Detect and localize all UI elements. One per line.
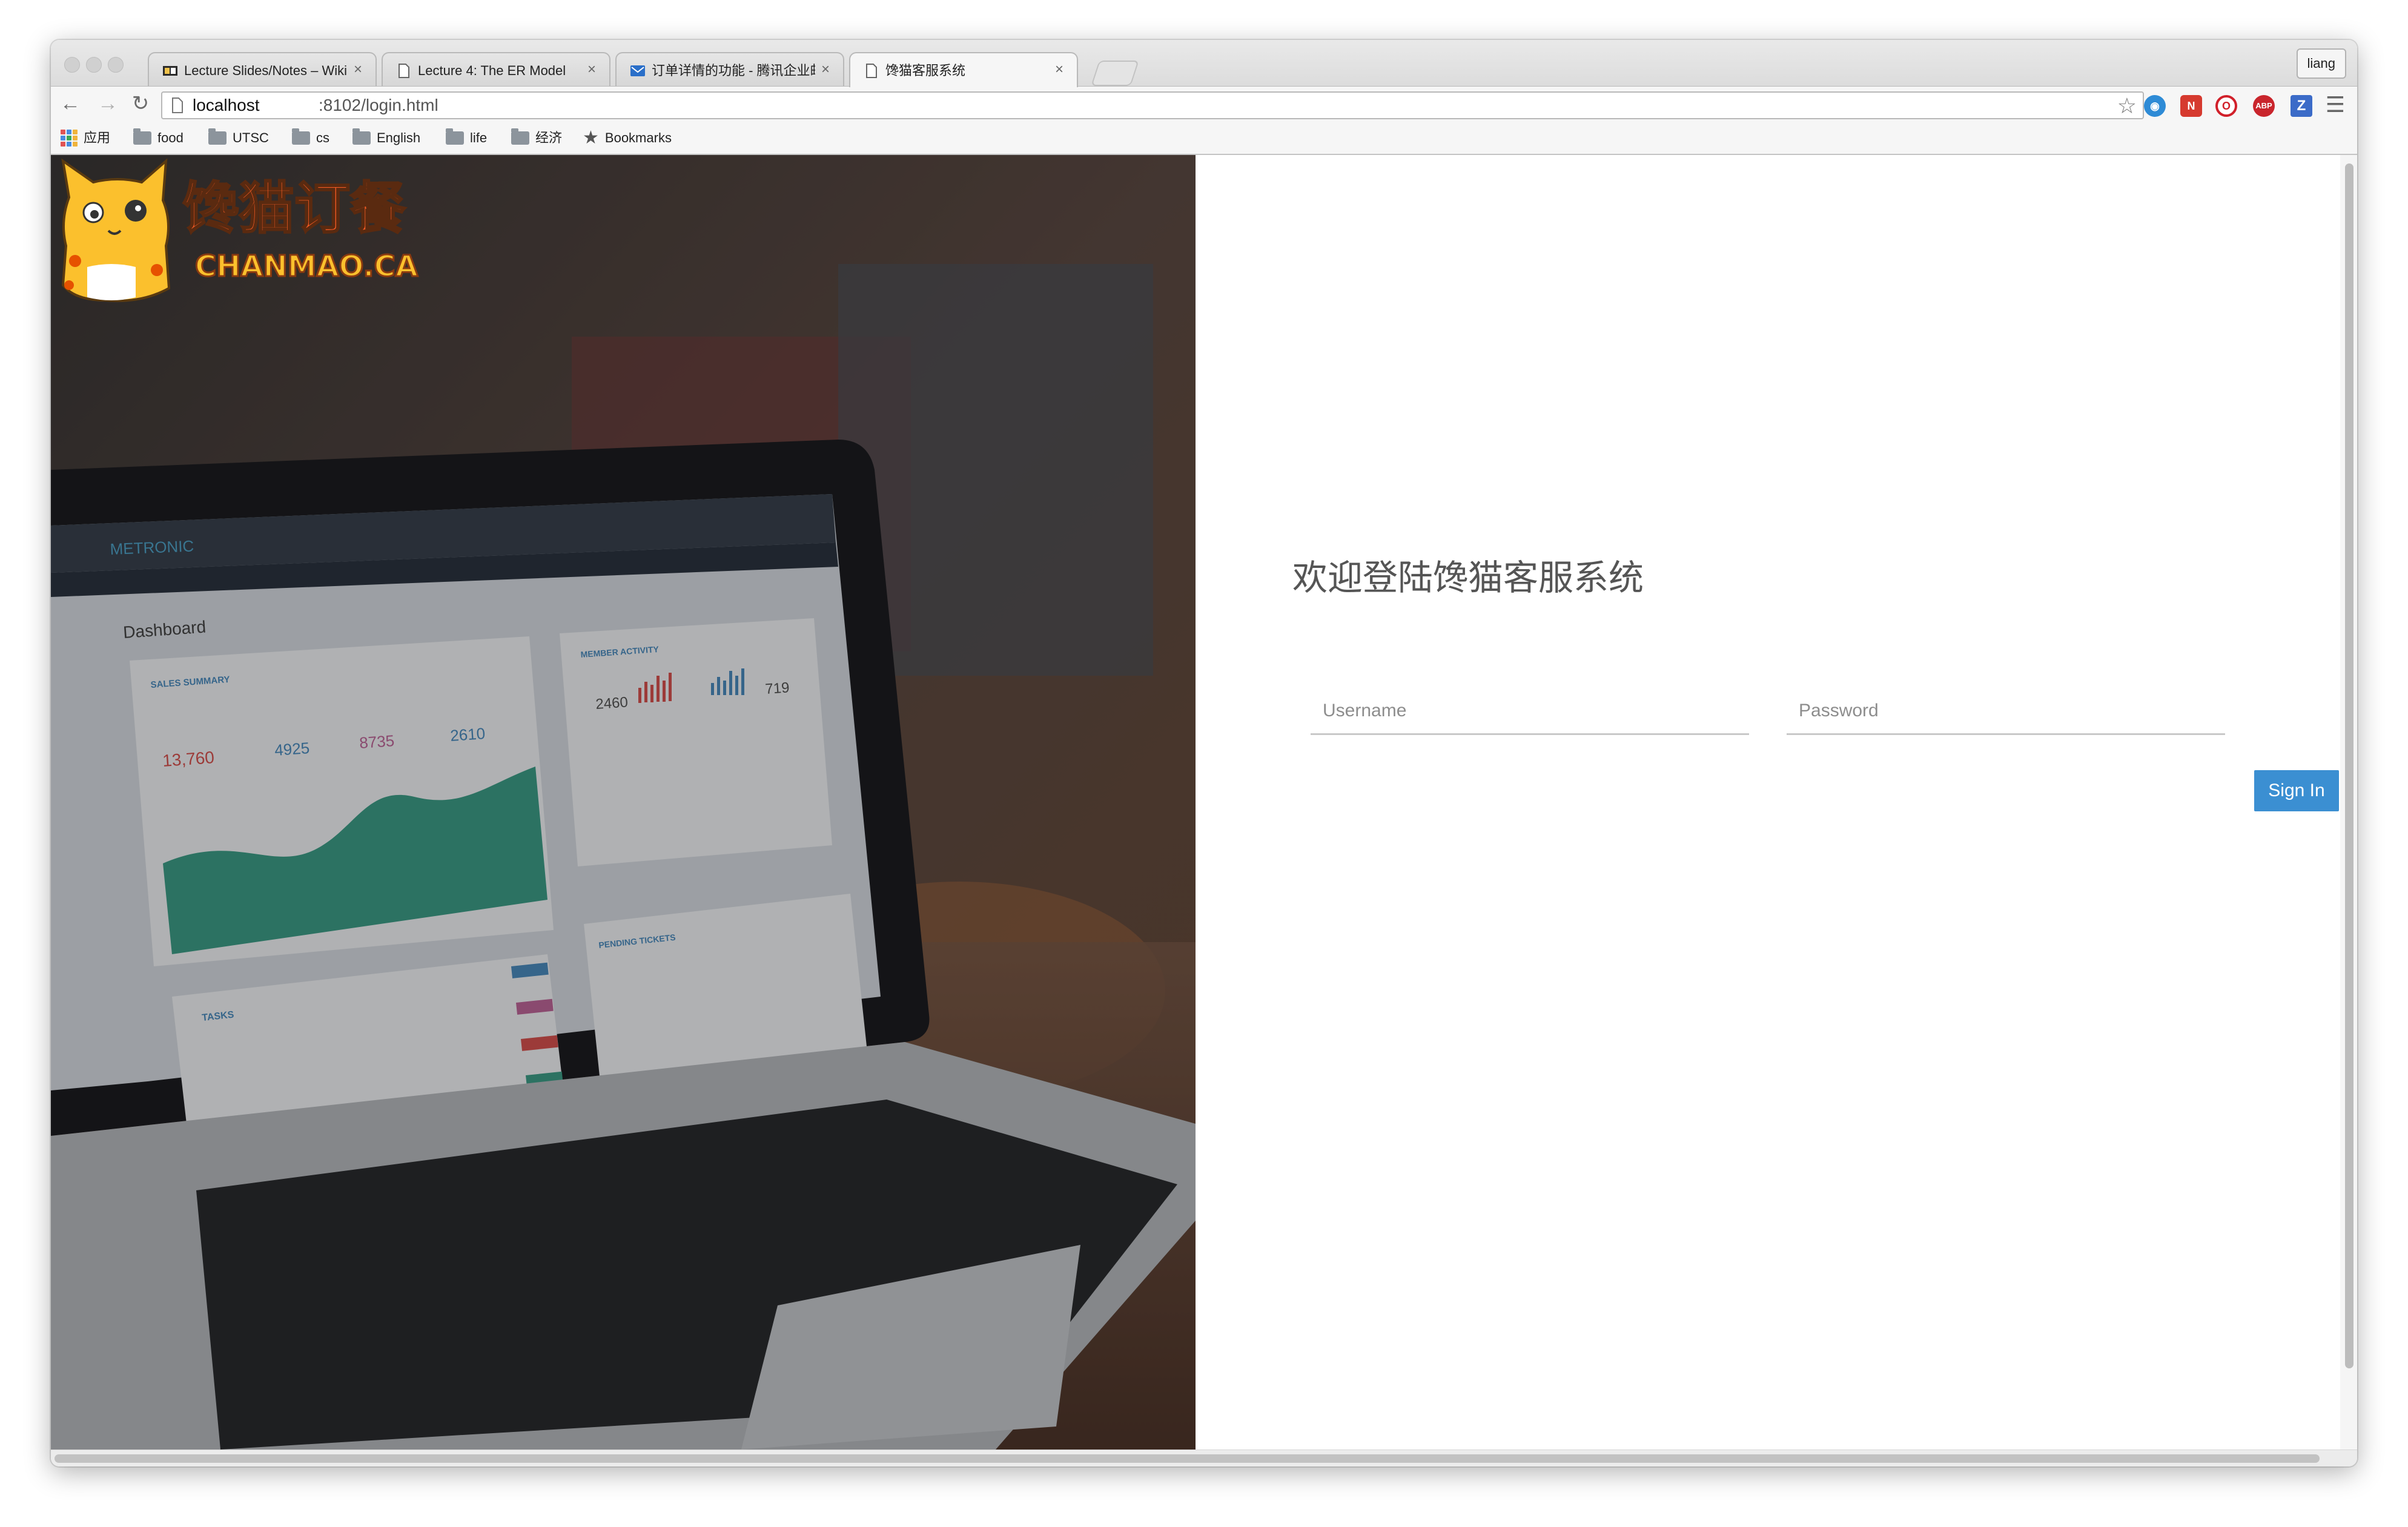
bookmark-label: English [377,130,421,145]
folder-icon [352,128,371,145]
dark-overlay [51,155,1196,1449]
bookmark-life[interactable]: life [446,127,487,149]
page-icon [172,97,183,113]
close-window-button[interactable] [64,57,80,73]
new-badge-icon[interactable]: N [2180,95,2202,117]
tab-title: 订单详情的功能 - 腾讯企业邮 [652,63,815,78]
bookmark-cs[interactable]: cs [292,127,329,149]
document-favicon-icon [399,64,409,78]
browser-toolbar: ← → ↻ localhost :8102/login.html ☆ ◉ N O… [51,86,2357,123]
minimize-window-button[interactable] [86,57,102,73]
folder-icon [292,128,310,145]
bookmark-economy[interactable]: 经济 [511,127,562,149]
tab-close-icon[interactable]: × [821,61,830,79]
bookmark-label: 经济 [535,130,563,145]
folder-icon [446,128,464,145]
tab-lecture-er-model[interactable]: Lecture 4: The ER Model × [382,52,610,87]
sign-in-button[interactable]: Sign In [2254,770,2339,811]
bookmark-label: UTSC [233,130,269,145]
page-content: METRONIC Dashboard SALES SUMMARY 13,760 … [51,155,2357,1449]
chanmao-logo: 馋猫订餐 CHANMAO.CA [61,158,419,302]
tab-strip: Lecture Slides/Notes – Wiki × Lecture 4:… [51,40,2357,87]
tab-title: 馋猫客服系统 [885,63,966,78]
bookmarks-bar: 应用 food UTSC cs English life 经济 ★ Bookma [51,122,2357,155]
document-favicon-icon [866,64,877,78]
password-input[interactable] [1787,688,2225,735]
tab-chanmao-customer-service[interactable]: 馋猫客服系统 × [849,52,1078,87]
zoom-window-button[interactable] [108,57,124,73]
apps-grid-icon [61,130,78,147]
vertical-scrollbar-thumb[interactable] [2345,163,2353,1368]
bookmark-label: Bookmarks [604,130,672,145]
bookmark-apps[interactable]: 应用 [61,127,110,149]
tab-close-icon[interactable]: × [587,61,596,79]
bookmark-label: life [470,130,488,145]
address-bar[interactable]: localhost :8102/login.html ☆ [161,91,2144,119]
login-title: 欢迎登陆馋猫客服系统 [1292,557,1644,598]
bookmark-star-icon[interactable]: ☆ [2117,94,2137,118]
profile-button[interactable]: liang [2296,48,2346,79]
folder-icon [511,128,529,145]
back-arrow-icon[interactable]: ← [59,93,81,114]
login-pane: 欢迎登陆馋猫客服系统 Sign In [1196,155,2340,1449]
bookmark-english[interactable]: English [352,127,420,149]
tab-order-details[interactable]: 订单详情的功能 - 腾讯企业邮 × [615,52,844,87]
adblock-plus-icon[interactable]: ABP [2253,95,2275,117]
tab-lecture-slides[interactable]: Lecture Slides/Notes – Wiki × [148,52,377,87]
logo-english-text: CHANMAO.CA [195,249,418,283]
menu-hamburger-icon[interactable]: ☰ [2326,93,2345,117]
star-icon: ★ [583,128,599,148]
url-path: :8102/login.html [319,96,438,114]
url-host: localhost [193,96,260,114]
forward-arrow-icon[interactable]: → [97,93,119,114]
bookmark-label: cs [316,130,329,145]
z-extension-icon[interactable]: Z [2291,95,2312,117]
laptop-illustration: METRONIC Dashboard SALES SUMMARY 13,760 … [51,155,1196,1449]
bookmark-label: 应用 [84,130,111,145]
horizontal-scrollbar-thumb[interactable] [55,1454,2320,1463]
wiki-favicon-icon [163,66,177,76]
bookmark-food[interactable]: food [133,127,184,149]
bookmark-bookmarks[interactable]: ★ Bookmarks [583,127,672,149]
tab-close-icon[interactable]: × [1055,61,1063,79]
folder-icon [208,128,227,145]
opera-icon[interactable]: O [2215,95,2237,117]
new-tab-button[interactable] [1091,61,1139,86]
tab-title: Lecture Slides/Notes – Wiki [184,63,347,78]
tab-title: Lecture 4: The ER Model [418,63,566,78]
bookmark-utsc[interactable]: UTSC [208,127,269,149]
logo-chinese-text: 馋猫订餐 [183,176,406,241]
reload-icon[interactable]: ↻ [130,93,151,114]
cat-mascot-icon [61,158,171,302]
hero-image: METRONIC Dashboard SALES SUMMARY 13,760 … [51,155,1196,1449]
username-input[interactable] [1311,688,1749,735]
bookmark-label: food [157,130,184,145]
folder-icon [133,128,151,145]
globe-icon[interactable]: ◉ [2144,95,2166,117]
browser-window: Lecture Slides/Notes – Wiki × Lecture 4:… [51,40,2357,1466]
mail-favicon-icon [630,65,645,76]
tab-close-icon[interactable]: × [354,61,362,79]
